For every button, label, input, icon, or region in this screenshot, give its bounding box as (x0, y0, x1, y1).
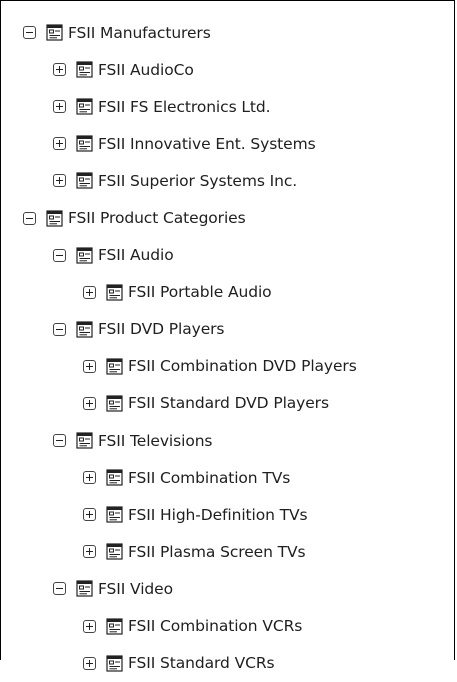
category-folder-icon (76, 61, 93, 78)
tree-node-label[interactable]: FSII High-Definition TVs (128, 506, 308, 524)
category-folder-icon (46, 24, 63, 41)
category-folder-icon (46, 209, 63, 227)
category-folder-icon (76, 98, 93, 115)
tree-node-fsii-audioco[interactable]: FSII AudioCo (1, 51, 456, 88)
tree-node-label[interactable]: FSII Portable Audio (128, 283, 272, 301)
expand-toggle-icon[interactable] (83, 359, 96, 373)
expand-toggle-icon[interactable] (53, 174, 66, 188)
tree-node-fsii-combination-tvs[interactable]: FSII Combination TVs (1, 459, 456, 496)
category-folder-icon (106, 358, 123, 375)
expand-toggle-icon[interactable] (53, 63, 66, 77)
tree-node-label[interactable]: FSII DVD Players (98, 320, 224, 338)
category-tree: FSII Manufacturers FSII AudioCo FSII FS El… (1, 14, 456, 682)
tree-node-fsii-standard-vcrs[interactable]: FSII Standard VCRs (1, 645, 456, 682)
category-folder-icon (76, 247, 93, 264)
category-folder-icon (106, 506, 123, 523)
tree-node-label[interactable]: FSII Manufacturers (68, 24, 211, 42)
tree-node-fsii-high-definition-tvs[interactable]: FSII High-Definition TVs (1, 496, 456, 533)
category-folder-icon (76, 432, 93, 449)
category-folder-icon (76, 321, 93, 338)
expand-toggle-icon[interactable] (83, 619, 96, 633)
collapse-toggle-icon[interactable] (53, 322, 66, 336)
tree-node-label[interactable]: FSII Televisions (98, 432, 213, 450)
tree-node-fsii-plasma-screen-tvs[interactable]: FSII Plasma Screen TVs (1, 533, 456, 570)
tree-node-fsii-combination-vcrs[interactable]: FSII Combination VCRs (1, 608, 456, 645)
tree-node-label[interactable]: FSII Combination TVs (128, 469, 290, 487)
expand-toggle-icon[interactable] (83, 471, 96, 485)
tree-node-fsii-audio[interactable]: FSII Audio (1, 237, 456, 274)
category-folder-icon (106, 284, 123, 301)
tree-node-fsii-standard-dvd-players[interactable]: FSII Standard DVD Players (1, 385, 456, 422)
category-folder-icon (76, 135, 93, 152)
tree-node-label[interactable]: FSII Standard DVD Players (128, 394, 329, 412)
expand-toggle-icon[interactable] (83, 508, 96, 522)
tree-node-label[interactable]: FSII Combination DVD Players (128, 357, 357, 375)
expand-toggle-icon[interactable] (83, 285, 96, 299)
expand-toggle-icon[interactable] (83, 656, 96, 670)
collapse-toggle-icon[interactable] (53, 582, 66, 596)
tree-node-fsii-manufacturers[interactable]: FSII Manufacturers (1, 14, 456, 51)
tree-node-label[interactable]: FSII Combination VCRs (128, 617, 302, 635)
expand-toggle-icon[interactable] (53, 137, 66, 151)
tree-node-fsii-innovative-ent-systems[interactable]: FSII Innovative Ent. Systems (1, 125, 456, 162)
category-folder-icon (106, 655, 123, 672)
tree-node-fsii-product-categories[interactable]: FSII Product Categories (1, 199, 456, 236)
tree-node-label[interactable]: FSII Innovative Ent. Systems (98, 135, 316, 153)
tree-node-fsii-combination-dvd-players[interactable]: FSII Combination DVD Players (1, 348, 456, 385)
tree-node-fsii-portable-audio[interactable]: FSII Portable Audio (1, 274, 456, 311)
category-folder-icon (106, 469, 123, 486)
category-folder-icon (76, 580, 93, 598)
collapse-toggle-icon[interactable] (23, 211, 36, 225)
tree-node-label[interactable]: FSII Superior Systems Inc. (98, 172, 297, 190)
tree-node-label[interactable]: FSII Audio (98, 246, 174, 264)
category-folder-icon (106, 617, 123, 635)
tree-node-label[interactable]: FSII AudioCo (98, 61, 194, 79)
expand-toggle-icon[interactable] (83, 396, 96, 410)
tree-node-label[interactable]: FSII Standard VCRs (128, 654, 275, 672)
category-folder-icon (76, 172, 93, 190)
tree-node-label[interactable]: FSII Video (98, 580, 173, 598)
category-folder-icon (106, 395, 123, 412)
tree-node-label[interactable]: FSII Product Categories (68, 209, 246, 227)
tree-node-label[interactable]: FSII Plasma Screen TVs (128, 543, 306, 561)
category-tree-panel: FSII Manufacturers FSII AudioCo FSII FS El… (0, 0, 455, 672)
collapse-toggle-icon[interactable] (53, 248, 66, 262)
expand-toggle-icon[interactable] (53, 100, 66, 114)
tree-node-fsii-televisions[interactable]: FSII Televisions (1, 422, 456, 459)
category-folder-icon (106, 543, 123, 560)
tree-node-fsii-dvd-players[interactable]: FSII DVD Players (1, 311, 456, 348)
collapse-toggle-icon[interactable] (53, 434, 66, 448)
collapse-toggle-icon[interactable] (23, 26, 36, 40)
expand-toggle-icon[interactable] (83, 545, 96, 559)
tree-node-fsii-fs-electronics-ltd[interactable]: FSII FS Electronics Ltd. (1, 88, 456, 125)
tree-node-label[interactable]: FSII FS Electronics Ltd. (98, 98, 271, 116)
tree-node-fsii-superior-systems-inc[interactable]: FSII Superior Systems Inc. (1, 162, 456, 199)
tree-node-fsii-video[interactable]: FSII Video (1, 570, 456, 607)
